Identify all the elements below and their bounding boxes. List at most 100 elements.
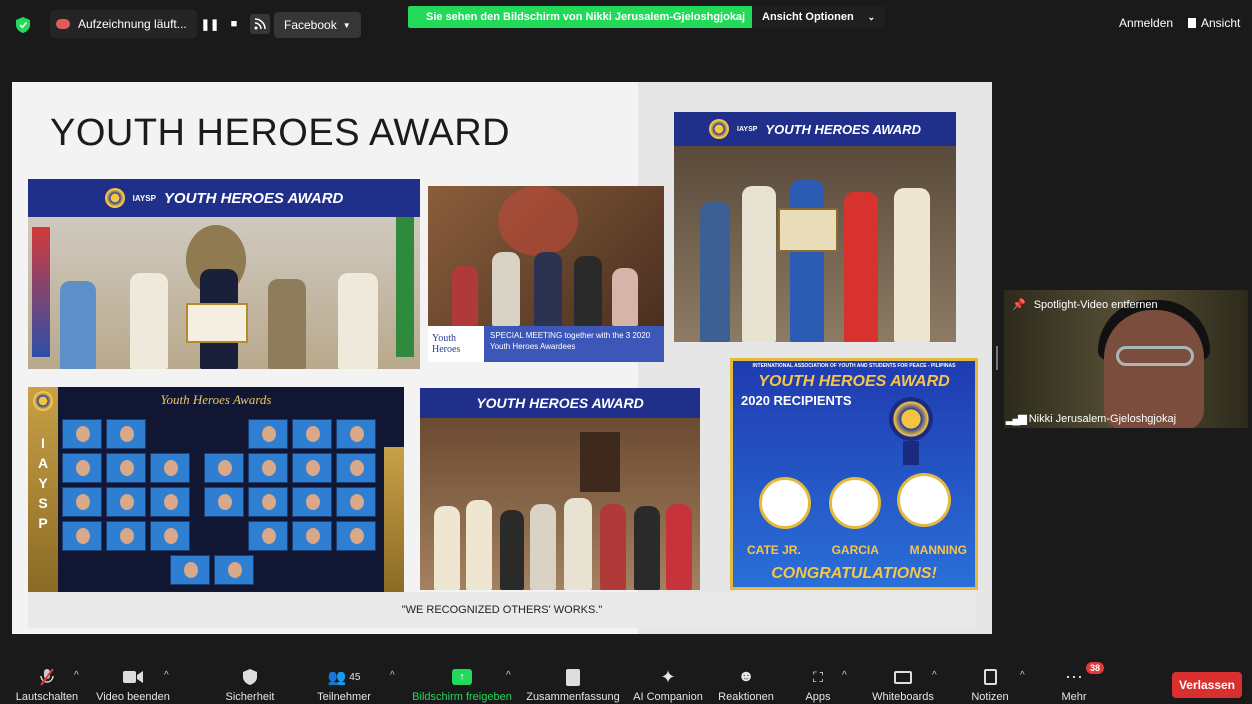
video-tile: [106, 487, 146, 517]
photo-scene: [28, 217, 420, 369]
stop-recording-icon[interactable]: ■: [224, 14, 244, 34]
award-photo-1: IAYSP YOUTH HEROES AWARD: [28, 179, 420, 369]
slide-title: YOUTH HEROES AWARD: [50, 112, 511, 154]
apps-options-caret[interactable]: ^: [842, 670, 847, 681]
poster-title: YOUTH HEROES AWARD: [758, 373, 950, 390]
recipient-photo: [829, 477, 881, 529]
view-options-label: Ansicht Optionen: [762, 11, 854, 23]
video-tile: [336, 487, 376, 517]
leave-meeting-button[interactable]: Verlassen: [1172, 672, 1242, 698]
side-letter-strip: I A Y S P: [28, 387, 58, 593]
photo-scene: [428, 186, 664, 326]
side-letter: P: [38, 515, 48, 531]
video-tile: [62, 487, 102, 517]
video-tile: [336, 453, 376, 483]
reactions-smiley-icon: ☻: [737, 668, 755, 685]
ai-companion-button[interactable]: ✦ AI Companion: [630, 660, 706, 704]
spotlight-video[interactable]: 📌 Spotlight-Video entfernen ▂▄▆ Nikki Je…: [1004, 290, 1248, 428]
mute-button[interactable]: Lautschalten: [14, 660, 80, 704]
panel-resize-handle[interactable]: [996, 346, 998, 370]
participant-name-tag: ▂▄▆ Nikki Jerusalem-Gjeloshgjokaj: [1006, 412, 1176, 426]
remove-spotlight-label: Spotlight-Video entfernen: [1033, 298, 1158, 311]
shared-screen-slide: YOUTH HEROES AWARD IAYSP YOUTH HEROES AW…: [12, 82, 992, 634]
participants-options-caret[interactable]: ^: [390, 670, 395, 681]
whiteboards-button[interactable]: Whiteboards: [866, 660, 940, 704]
chevron-down-icon: ▼: [342, 20, 351, 30]
stop-video-button[interactable]: Video beenden: [94, 660, 172, 704]
side-letter: A: [37, 455, 49, 471]
recording-indicator[interactable]: Aufzeichnung läuft...: [50, 10, 197, 38]
participants-label: Teilnehmer: [317, 691, 371, 703]
video-options-caret[interactable]: ^: [164, 670, 169, 681]
video-tile: [150, 521, 190, 551]
poster-org: INTERNATIONAL ASSOCIATION OF YOUTH AND S…: [752, 363, 956, 369]
flag-image: [32, 227, 50, 357]
livestream-destination-dropdown[interactable]: Facebook ▼: [274, 12, 361, 38]
notes-button[interactable]: Notizen: [966, 660, 1014, 704]
notes-options-caret[interactable]: ^: [1020, 670, 1025, 681]
view-options-menu[interactable]: Ansicht Optionen ⌄: [752, 6, 886, 28]
person-figure: [666, 504, 692, 590]
photo-title: Youth Heroes Awards: [160, 392, 272, 407]
slide-caption: "WE RECOGNIZED OTHERS' WORKS.": [28, 592, 976, 628]
participants-count: 45: [349, 671, 361, 683]
photo-banner: IAYSP YOUTH HEROES AWARD: [28, 179, 420, 217]
summary-button[interactable]: Zusammenfassung: [524, 660, 622, 704]
security-shield-icon[interactable]: [16, 17, 30, 33]
participant-glasses: [1116, 346, 1194, 366]
wall-mural-image: [498, 186, 578, 256]
video-tile: [150, 453, 190, 483]
youth-heroes-brand: Youth Heroes: [432, 333, 461, 355]
video-tile: [292, 419, 332, 449]
signal-bars-icon: ▂▄▆: [1006, 413, 1027, 425]
iaysp-logo-icon: [709, 119, 730, 139]
person-figure: [434, 506, 460, 590]
video-tile: [204, 453, 244, 483]
video-tile: [170, 555, 210, 585]
participants-button[interactable]: 👥 45 Teilnehmer: [314, 660, 374, 704]
notes-label: Notizen: [971, 691, 1009, 703]
notification-badge: 38: [1086, 662, 1105, 674]
certificate-image: [778, 208, 838, 252]
share-screen-button[interactable]: ↑ Bildschirm freigeben: [408, 660, 516, 704]
photo-caption-bar: Youth Heroes SPECIAL MEETING together wi…: [428, 326, 664, 362]
person-figure: [790, 180, 824, 342]
person-figure: [338, 273, 378, 369]
pause-recording-icon[interactable]: ❚❚: [200, 14, 220, 34]
person-figure: [564, 498, 592, 590]
recipient-photo: [897, 473, 951, 527]
video-tile: [292, 487, 332, 517]
ai-companion-label: AI Companion: [633, 691, 703, 703]
video-tile: [336, 521, 376, 551]
person-figure: [268, 279, 306, 369]
apps-label: Apps: [805, 691, 831, 703]
view-layout-icon: [1188, 18, 1196, 28]
photo-scene: [420, 418, 700, 590]
share-options-caret[interactable]: ^: [506, 670, 511, 681]
remove-spotlight-button[interactable]: 📌 Spotlight-Video entfernen: [1012, 298, 1158, 312]
summary-document-icon: [566, 666, 580, 688]
reactions-button[interactable]: ☻ Reaktionen: [716, 660, 776, 704]
poster-subtitle: 2020 RECIPIENTS: [741, 393, 852, 408]
certificate-image: [186, 303, 248, 343]
meeting-toolbar: Lautschalten ^ Video beenden ^ Sicherhei…: [0, 660, 1252, 704]
live-stream-icon[interactable]: [250, 14, 270, 34]
apps-button[interactable]: ⛶ Apps: [798, 660, 838, 704]
stop-video-label: Video beenden: [96, 691, 170, 703]
security-button[interactable]: Sicherheit: [222, 660, 278, 704]
recipient-name: GARCIA: [831, 543, 879, 557]
award-photo-2: Youth Heroes SPECIAL MEETING together wi…: [428, 186, 664, 362]
mute-options-caret[interactable]: ^: [74, 670, 79, 681]
share-screen-icon: ↑: [452, 666, 472, 688]
whiteboards-options-caret[interactable]: ^: [932, 670, 937, 681]
mute-label: Lautschalten: [15, 691, 79, 703]
view-button[interactable]: Ansicht: [1188, 16, 1240, 30]
award-medal-icon: [889, 397, 933, 441]
person-figure: [130, 273, 168, 369]
participant-face: [1104, 310, 1204, 428]
summary-label: Zusammenfassung: [526, 691, 620, 703]
sign-in-link[interactable]: Anmelden: [1119, 16, 1173, 30]
iaysp-logo-icon: [104, 188, 125, 208]
flag-image: [396, 217, 414, 357]
video-tile: [106, 521, 146, 551]
